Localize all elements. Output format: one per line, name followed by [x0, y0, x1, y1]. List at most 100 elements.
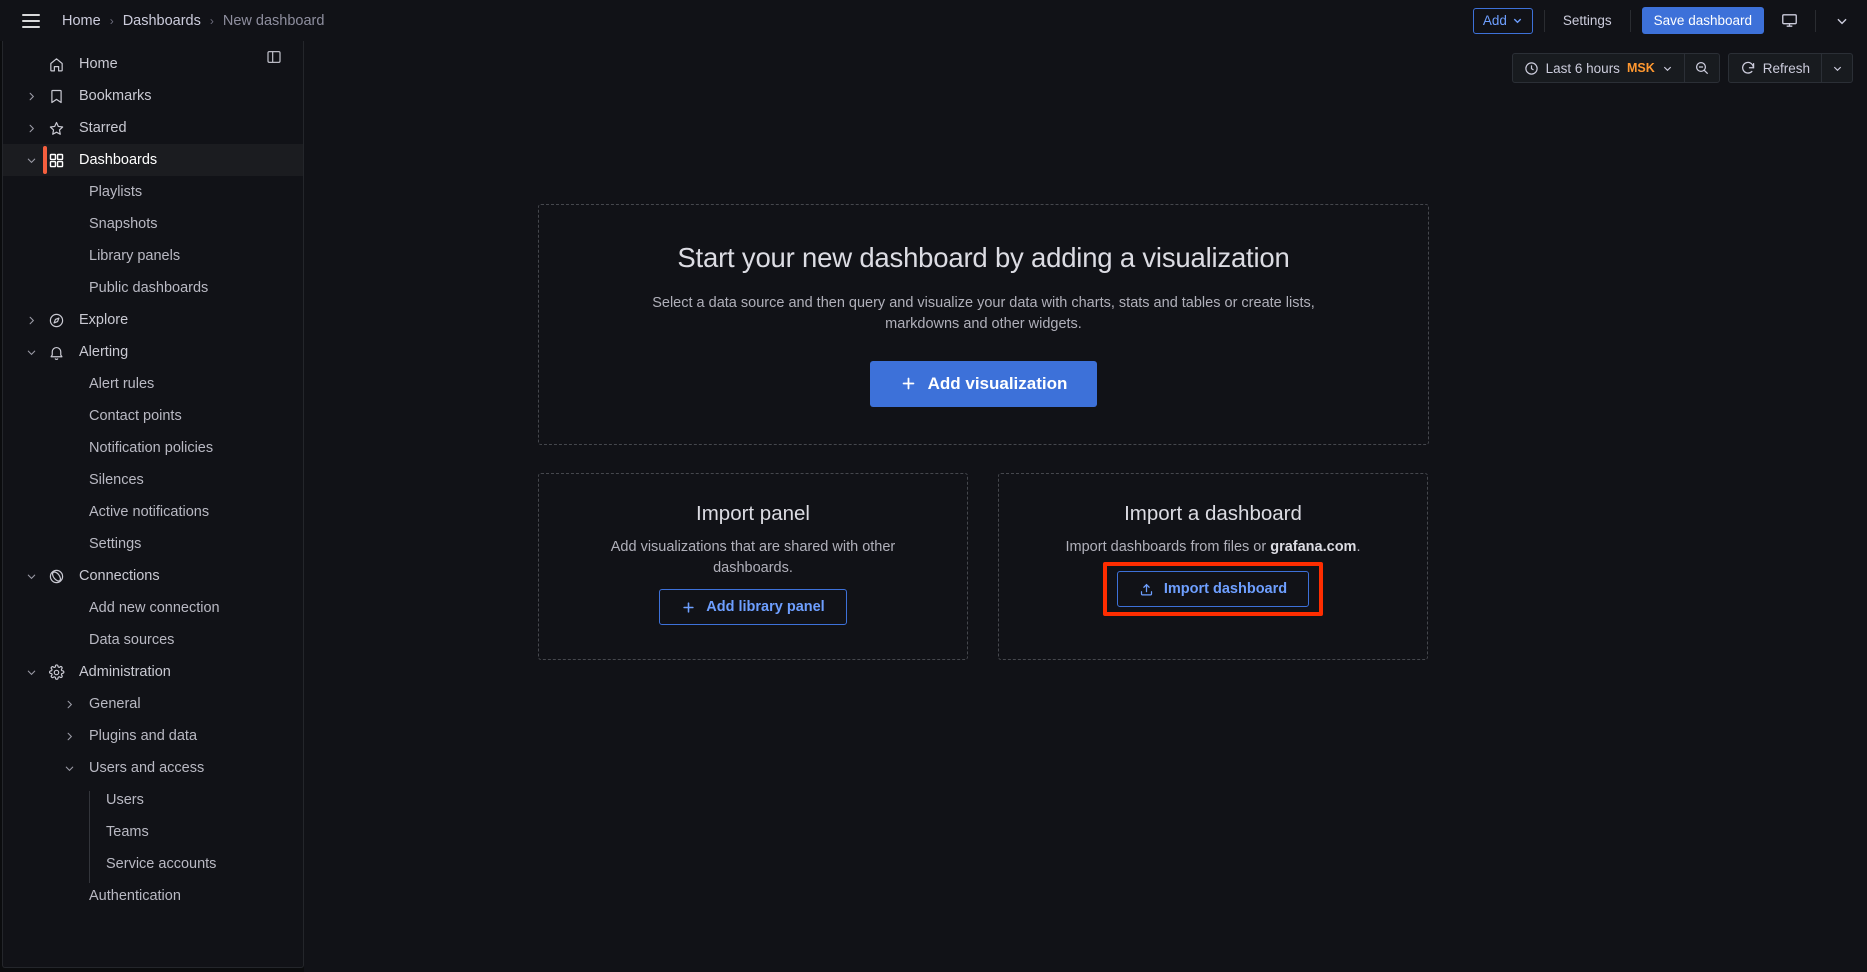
sidebar-item-explore[interactable]: Explore: [3, 304, 303, 336]
sidebar-item-data-sources[interactable]: Data sources: [3, 624, 303, 656]
breadcrumb-item-new-dashboard: New dashboard: [222, 12, 325, 29]
import-dashboard-description-text: Import dashboards from files or: [1065, 539, 1271, 555]
chevron-down-icon: [1513, 18, 1522, 24]
sidebar-item-connections[interactable]: Connections: [3, 560, 303, 592]
expand-toggle[interactable]: [55, 699, 83, 710]
sidebar-item-label: Dashboards: [79, 152, 158, 168]
breadcrumb-item-home[interactable]: Home: [62, 13, 101, 29]
sidebar-item-label: Snapshots: [89, 216, 158, 232]
sidebar-item-starred[interactable]: Starred: [3, 112, 303, 144]
time-range-picker[interactable]: Last 6 hours MSK: [1513, 54, 1685, 82]
add-visualization-label: Add visualization: [927, 373, 1068, 393]
import-panel-title: Import panel: [696, 502, 810, 525]
sidebar-item-label: Public dashboards: [89, 280, 209, 296]
import-dashboard-card: Import a dashboard Import dashboards fro…: [998, 473, 1428, 660]
chevron-right-icon[interactable]: [26, 315, 37, 326]
refresh-button[interactable]: Refresh: [1729, 54, 1822, 82]
star-icon: [45, 120, 67, 137]
chevron-down-icon[interactable]: [26, 667, 37, 678]
sidebar-item-teams[interactable]: Teams: [3, 816, 303, 848]
expand-toggle[interactable]: [17, 667, 45, 678]
sidebar-item-label: Users and access: [89, 760, 205, 776]
expand-toggle[interactable]: [55, 731, 83, 742]
divider: [1543, 9, 1545, 32]
refresh-icon: [1741, 61, 1754, 74]
sidebar-item-authentication[interactable]: Authentication: [3, 880, 303, 912]
compass-icon: [45, 312, 67, 329]
sidebar-item-bookmarks[interactable]: Bookmarks: [3, 80, 303, 112]
sidebar-item-settings[interactable]: Settings: [3, 528, 303, 560]
chevron-down-icon[interactable]: [26, 347, 37, 358]
sidebar-item-alert-rules[interactable]: Alert rules: [3, 368, 303, 400]
sidebar-item-label: Teams: [106, 824, 149, 840]
expand-toggle[interactable]: [17, 347, 45, 358]
grafana-com-link[interactable]: grafana.com: [1270, 539, 1356, 555]
chevron-right-icon[interactable]: [26, 91, 37, 102]
sidebar-item-home[interactable]: Home: [3, 48, 303, 80]
import-dashboard-button[interactable]: Import dashboard: [1116, 571, 1310, 607]
expand-toggle[interactable]: [17, 155, 45, 166]
sidebar-item-label: Notification policies: [89, 440, 214, 456]
chevron-right-icon[interactable]: [64, 731, 75, 742]
settings-button[interactable]: Settings: [1556, 8, 1619, 33]
sidebar-item-playlists[interactable]: Playlists: [3, 176, 303, 208]
expand-toggle[interactable]: [17, 123, 45, 134]
sidebar-item-silences[interactable]: Silences: [3, 464, 303, 496]
expand-toggle[interactable]: [55, 763, 83, 774]
chevron-down-icon[interactable]: [64, 763, 75, 774]
sidebar-item-administration[interactable]: Administration: [3, 656, 303, 688]
breadcrumb-separator: ›: [209, 13, 214, 28]
add-library-panel-button[interactable]: Add library panel: [659, 589, 847, 625]
zoom-out-time-range-button[interactable]: [1685, 54, 1719, 82]
sidebar-item-label: Authentication: [89, 888, 181, 904]
import-panel-description: Add visualizations that are shared with …: [610, 539, 896, 576]
chevron-down-icon: [1833, 66, 1841, 71]
expand-toggle[interactable]: [17, 571, 45, 582]
add-button[interactable]: Add: [1472, 7, 1533, 34]
sidebar-item-snapshots[interactable]: Snapshots: [3, 208, 303, 240]
sidebar-item-users[interactable]: Users: [3, 784, 303, 816]
bell-icon: [45, 344, 67, 361]
chevron-down-icon[interactable]: [26, 155, 37, 166]
sidebar-item-public-dashboards[interactable]: Public dashboards: [3, 272, 303, 304]
expand-toggle[interactable]: [17, 91, 45, 102]
expand-toggle[interactable]: [17, 315, 45, 326]
breadcrumb-item-dashboards[interactable]: Dashboards: [123, 13, 201, 29]
page-title: Start your new dashboard by adding a vis…: [677, 242, 1290, 274]
bookmark-icon: [50, 89, 62, 103]
hero-description: Select a data source and then query and …: [652, 295, 1315, 332]
monitor-icon[interactable]: [1774, 7, 1804, 35]
top-navigation-bar: Home › Dashboards › New dashboard Add Se…: [0, 0, 1867, 41]
sidebar-item-dashboards[interactable]: Dashboards: [3, 144, 303, 176]
sidebar-item-alerting[interactable]: Alerting: [3, 336, 303, 368]
sidebar-item-users-and-access[interactable]: Users and access: [3, 752, 303, 784]
sidebar-item-label: Plugins and data: [89, 728, 198, 744]
sidebar-item-label: Active notifications: [89, 504, 210, 520]
timezone-label: MSK: [1626, 61, 1655, 75]
sidebar-item-label: Settings: [89, 536, 142, 552]
home-icon: [45, 56, 67, 73]
add-visualization-button[interactable]: Add visualization: [869, 360, 1098, 407]
refresh-controls: Refresh: [1727, 53, 1853, 83]
sidebar-item-plugins-and-data[interactable]: Plugins and data: [3, 720, 303, 752]
gear-icon: [48, 663, 64, 680]
chevron-right-icon[interactable]: [26, 123, 37, 134]
dashboard-toolbar: Last 6 hours MSK Refresh: [1511, 53, 1853, 83]
divider: [1815, 9, 1816, 32]
hamburger-menu-icon[interactable]: [14, 4, 48, 38]
save-dashboard-button[interactable]: Save dashboard: [1641, 7, 1764, 34]
sidebar-item-general[interactable]: General: [3, 688, 303, 720]
sidebar-item-label: Starred: [79, 120, 127, 136]
chevron-down-icon[interactable]: [26, 571, 37, 582]
chevron-right-icon[interactable]: [64, 699, 75, 710]
refresh-interval-dropdown[interactable]: [1822, 54, 1852, 82]
sidebar-item-contact-points[interactable]: Contact points: [3, 400, 303, 432]
more-options-chevron-down-icon[interactable]: [1827, 7, 1857, 35]
sidebar-item-service-accounts[interactable]: Service accounts: [3, 848, 303, 880]
sidebar-item-add-new-connection[interactable]: Add new connection: [3, 592, 303, 624]
nav-indent-guide: [89, 791, 90, 883]
sidebar-item-library-panels[interactable]: Library panels: [3, 240, 303, 272]
sidebar-item-active-notifications[interactable]: Active notifications: [3, 496, 303, 528]
sidebar-item-notification-policies[interactable]: Notification policies: [3, 432, 303, 464]
import-panel-card: Import panel Add visualizations that are…: [538, 473, 968, 660]
